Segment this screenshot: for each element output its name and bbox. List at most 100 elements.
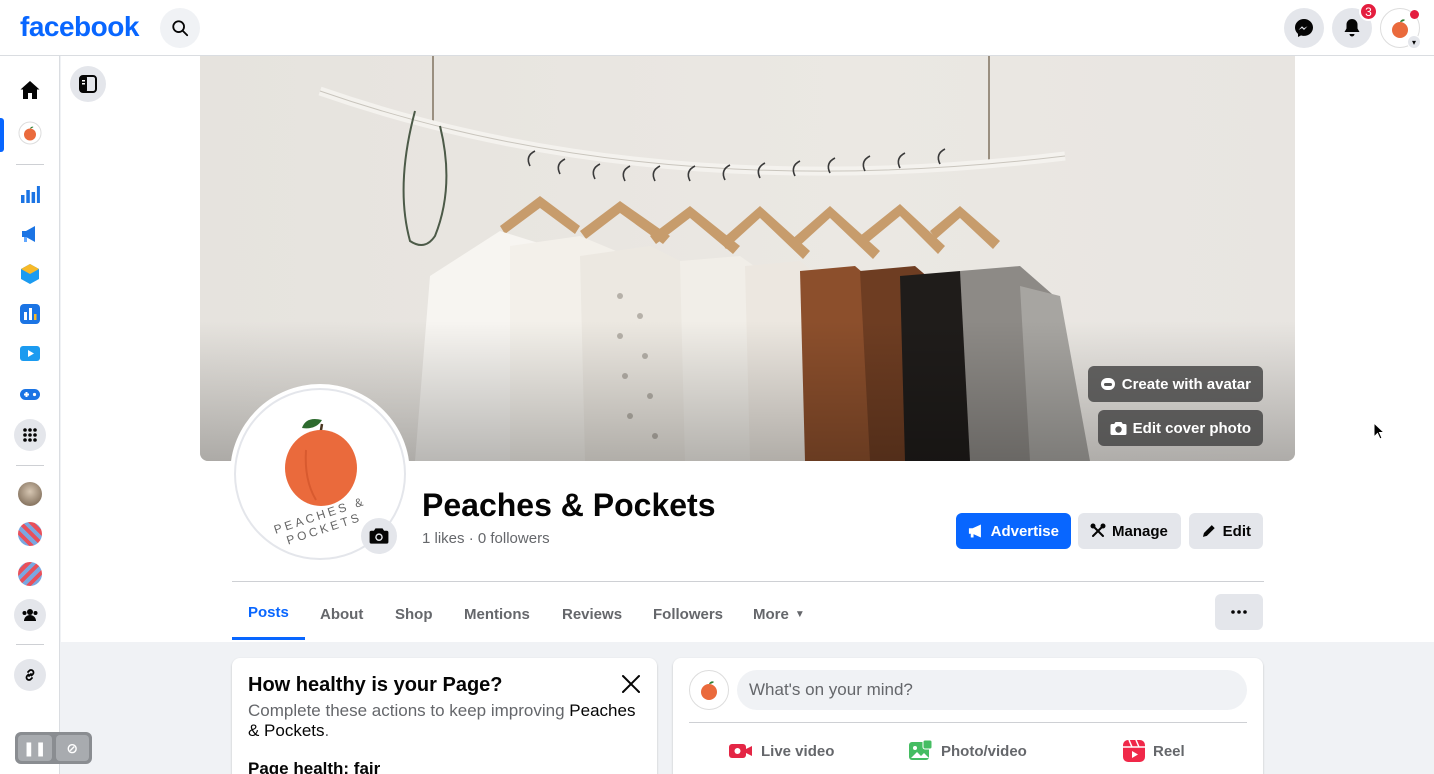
advertise-button[interactable]: Advertise (956, 513, 1071, 549)
bell-icon (1344, 19, 1360, 37)
live-video-icon (729, 744, 752, 758)
composer-divider (689, 722, 1247, 723)
create-with-avatar-button[interactable]: Create with avatar (1087, 366, 1263, 402)
manage-label: Manage (1112, 522, 1168, 540)
photo-video-label: Photo/video (941, 742, 1027, 760)
photo-video-icon (909, 740, 933, 760)
page-health-card: How healthy is your Page? Complete these… (232, 658, 657, 774)
rail-shortcut-2[interactable] (10, 514, 50, 554)
close-icon[interactable] (619, 672, 643, 696)
composer-input[interactable]: What's on your mind? (737, 670, 1247, 710)
dashboard-icon (20, 304, 40, 324)
search-icon (172, 20, 189, 37)
mouse-cursor-icon (1373, 422, 1385, 440)
tab-posts[interactable]: Posts (232, 588, 305, 640)
gaming-icon (20, 389, 40, 400)
ads-icon (22, 226, 35, 242)
tab-followers[interactable]: Followers (637, 588, 739, 640)
rail-apps[interactable] (10, 415, 50, 455)
messenger-icon (1295, 19, 1313, 37)
reel-label: Reel (1153, 742, 1185, 760)
megaphone-icon (968, 524, 981, 538)
link-icon (25, 669, 35, 681)
chevron-down-icon: ▾ (1407, 35, 1421, 49)
health-card-description: Complete these actions to keep improving… (248, 701, 636, 740)
caret-down-icon: ▼ (794, 608, 805, 620)
active-indicator (0, 118, 4, 152)
top-nav: facebook 3 ▾ (0, 0, 1434, 56)
advertise-label: Advertise (990, 522, 1059, 540)
page-avatar-icon (18, 121, 42, 145)
tab-mentions[interactable]: Mentions (448, 588, 546, 640)
recording-controls: ❚❚ ⊘ (15, 732, 92, 764)
rail-shortcut-3[interactable] (10, 554, 50, 594)
pause-icon[interactable]: ❚❚ (18, 735, 52, 761)
rail-gaming[interactable] (10, 374, 50, 414)
edit-cover-photo-button[interactable]: Edit cover photo (1097, 410, 1263, 446)
meta-business-icon (21, 264, 39, 284)
camera-icon (1110, 421, 1127, 435)
notification-badge: 3 (1359, 2, 1378, 21)
left-rail (0, 56, 60, 774)
tab-more[interactable]: More ▼ (737, 588, 821, 640)
tools-icon (1090, 523, 1106, 537)
edit-cover-photo-label: Edit cover photo (1132, 419, 1251, 437)
video-icon (20, 346, 40, 361)
rail-divider (16, 465, 44, 466)
camera-icon (369, 528, 389, 544)
rail-shortcut-1[interactable] (10, 474, 50, 514)
account-menu-button[interactable]: ▾ (1380, 8, 1421, 49)
rail-divider (16, 164, 44, 165)
pencil-icon (1202, 525, 1215, 537)
post-composer: What's on your mind? Live video Photo/vi… (673, 658, 1263, 774)
notifications-button[interactable]: 3 (1332, 2, 1378, 48)
camera-off-icon[interactable]: ⊘ (55, 735, 89, 761)
avatar-icon (1100, 378, 1115, 390)
rail-video[interactable] (10, 334, 50, 374)
page-title: Peaches & Pockets (422, 487, 716, 523)
edit-button[interactable]: Edit (1189, 513, 1263, 549)
home-icon (20, 81, 40, 99)
page-avatar-3 (18, 562, 42, 586)
peach-logo-icon (701, 681, 717, 700)
reel-icon (1123, 740, 1145, 762)
create-with-avatar-label: Create with avatar (1121, 375, 1251, 393)
apps-grid-icon (23, 428, 37, 442)
update-profile-picture-button[interactable] (361, 518, 397, 554)
likes-count[interactable]: 1 likes (422, 530, 465, 547)
sidebar-toggle-icon (79, 75, 97, 93)
rail-insights[interactable] (10, 174, 50, 214)
tab-about[interactable]: About (304, 588, 379, 640)
search-button[interactable] (160, 8, 200, 48)
page-avatar-2 (18, 522, 42, 546)
messenger-button[interactable] (1284, 8, 1324, 48)
rail-links[interactable] (10, 655, 50, 695)
facebook-logo[interactable]: facebook (20, 11, 139, 43)
composer-avatar[interactable] (689, 670, 729, 710)
ellipsis-icon (1231, 610, 1247, 614)
stats-separator: · (468, 530, 474, 547)
rail-groups[interactable] (10, 595, 50, 635)
more-options-button[interactable] (1215, 594, 1263, 630)
rail-home[interactable] (10, 70, 50, 110)
live-video-label: Live video (761, 742, 835, 760)
tab-shop[interactable]: Shop (379, 588, 449, 640)
insights-icon (21, 186, 40, 203)
live-video-button[interactable]: Live video (729, 736, 834, 766)
rail-divider (16, 644, 44, 645)
sidebar-toggle-button[interactable] (70, 66, 106, 102)
unread-dot (1410, 10, 1419, 19)
rail-page[interactable] (10, 113, 50, 153)
rail-dashboard[interactable] (10, 294, 50, 334)
followers-count[interactable]: 0 followers (478, 530, 550, 547)
tabs-divider (232, 581, 1264, 582)
tab-reviews[interactable]: Reviews (546, 588, 638, 640)
rail-business[interactable] (10, 254, 50, 294)
health-card-title: How healthy is your Page? (248, 674, 503, 696)
photo-video-button[interactable]: Photo/video (909, 736, 1027, 766)
health-status: Page health: fair (248, 759, 381, 774)
manage-button[interactable]: Manage (1078, 513, 1181, 549)
rail-ads[interactable] (10, 214, 50, 254)
reel-button[interactable]: Reel (1123, 736, 1185, 766)
friend-avatar-1 (18, 482, 42, 506)
